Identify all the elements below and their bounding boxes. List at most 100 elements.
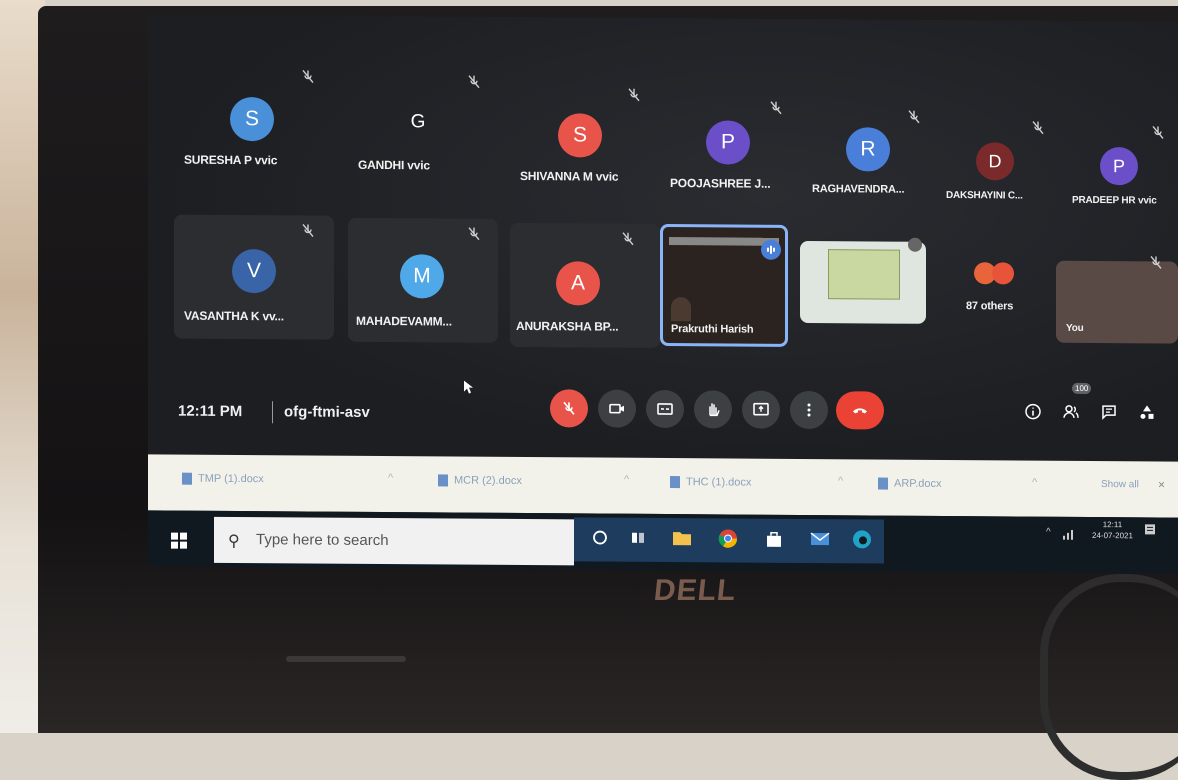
- chevron-up-icon[interactable]: ^: [838, 475, 843, 487]
- tile-status-icon: [908, 237, 922, 252]
- participant-tile[interactable]: D DAKSHAYINI C...: [942, 116, 1062, 217]
- meeting-time: 12:11 PM: [178, 402, 243, 421]
- mail-button[interactable]: [808, 527, 832, 551]
- active-speaker-tile[interactable]: Prakruthi Harish: [660, 223, 788, 347]
- participant-name: You: [1066, 322, 1084, 334]
- laptop-screen: S SURESHA P vvic G GANDHI vvic S SHIVANN…: [148, 14, 1178, 574]
- clock-time: 12:11: [1102, 520, 1123, 530]
- more-vert-icon: [807, 403, 811, 417]
- participant-tile[interactable]: P PRADEEP HR vvic: [1068, 125, 1178, 226]
- download-filename: THC (1).docx: [686, 476, 752, 489]
- mic-off-icon: [563, 401, 575, 415]
- end-call-icon: [853, 408, 867, 414]
- taskbar-clock[interactable]: 12:11 24-07-2021: [1092, 519, 1133, 541]
- avatar: S: [230, 96, 274, 142]
- self-view-tile[interactable]: You: [1056, 255, 1178, 344]
- participant-name: PRADEEP HR vvic: [1072, 194, 1157, 207]
- notification-icon: [1145, 524, 1155, 535]
- present-screen-button[interactable]: [742, 390, 780, 429]
- people-button[interactable]: [1060, 401, 1082, 423]
- close-icon[interactable]: ×: [1158, 477, 1165, 491]
- activities-button[interactable]: [1136, 401, 1158, 423]
- show-all-link[interactable]: Show all: [1101, 479, 1139, 490]
- avatar: P: [1100, 147, 1138, 186]
- participant-tile[interactable]: S SURESHA P vvic: [178, 63, 328, 184]
- chevron-up-icon[interactable]: ^: [1032, 477, 1037, 489]
- captions-button[interactable]: [646, 389, 684, 429]
- avatar: G: [410, 111, 426, 133]
- chevron-up-icon[interactable]: ^: [624, 474, 629, 486]
- download-filename: MCR (2).docx: [454, 474, 522, 488]
- folder-icon: [673, 532, 691, 546]
- search-placeholder: Type here to search: [256, 531, 389, 550]
- participant-tile[interactable]: G GANDHI vvic: [344, 64, 494, 185]
- participant-count-badge: 100: [1072, 382, 1092, 394]
- windows-taskbar: ⚲ Type here to search ^ 12:11 24-07-2021: [148, 510, 1178, 574]
- download-item[interactable]: THC (1).docx: [670, 476, 751, 489]
- chevron-up-icon[interactable]: ^: [388, 472, 393, 484]
- meet-window: S SURESHA P vvic G GANDHI vvic S SHIVANN…: [148, 14, 1178, 462]
- mail-icon: [810, 532, 830, 546]
- download-item[interactable]: MCR (2).docx: [438, 474, 522, 487]
- show-hidden-icons-button[interactable]: ^: [1046, 527, 1051, 538]
- task-view-button[interactable]: [626, 526, 650, 550]
- participant-name: SURESHA P vvic: [184, 152, 278, 168]
- camera-toggle-button[interactable]: [598, 389, 636, 428]
- participant-name: SHIVANNA M vvic: [520, 169, 619, 184]
- chat-button[interactable]: [1098, 401, 1120, 423]
- store-icon: [767, 531, 781, 547]
- mic-off-icon: [302, 69, 314, 84]
- mic-off-icon: [622, 232, 634, 246]
- task-view-icon: [632, 532, 644, 543]
- mic-off-icon: [908, 110, 920, 124]
- cortana-icon: [593, 530, 607, 545]
- chat-icon: [1102, 405, 1116, 420]
- start-button[interactable]: [158, 520, 200, 560]
- raise-hand-button[interactable]: [694, 390, 732, 429]
- participant-tile[interactable]: V VASANTHA K vv...: [174, 214, 334, 340]
- participant-tile[interactable]: S SHIVANNA M vvic: [508, 77, 658, 198]
- activities-icon: [1140, 405, 1154, 419]
- store-button[interactable]: [762, 527, 786, 551]
- end-call-button[interactable]: [836, 391, 884, 430]
- taskbar-search-box[interactable]: ⚲ Type here to search: [214, 516, 574, 566]
- cortana-button[interactable]: [588, 525, 612, 549]
- people-icon: [1063, 405, 1079, 418]
- avatar: V: [232, 248, 276, 294]
- notifications-button[interactable]: [1144, 523, 1156, 537]
- download-item[interactable]: ARP.docx: [878, 477, 942, 491]
- divider: [272, 401, 273, 424]
- dell-logo: DELL: [652, 574, 739, 607]
- participant-name: RAGHAVENDRA...: [812, 183, 905, 196]
- info-icon: [1025, 403, 1041, 420]
- avatar: P: [706, 120, 750, 165]
- word-doc-icon: [182, 472, 192, 485]
- edge-icon: [853, 530, 871, 549]
- participant-tile[interactable]: A ANURAKSHA BP...: [510, 222, 660, 348]
- mic-toggle-button[interactable]: [550, 389, 588, 428]
- download-item[interactable]: TMP (1).docx: [182, 472, 264, 486]
- word-doc-icon: [878, 477, 888, 490]
- file-explorer-button[interactable]: [670, 526, 694, 550]
- meeting-details-button[interactable]: [1022, 401, 1044, 423]
- edge-button[interactable]: [850, 527, 874, 551]
- cable: [1040, 574, 1178, 780]
- others-label: 87 others: [966, 300, 1014, 313]
- mic-off-icon: [468, 75, 480, 89]
- download-filename: TMP (1).docx: [198, 472, 264, 486]
- participant-tile[interactable]: R RAGHAVENDRA...: [808, 103, 938, 214]
- participant-tile[interactable]: M MAHADEVAMM...: [348, 217, 498, 343]
- mic-off-icon: [770, 101, 782, 115]
- windows-icon: [171, 532, 187, 549]
- participant-name: POOJASHREE J...: [670, 176, 771, 191]
- screen-share-tile[interactable]: [800, 237, 926, 324]
- network-icon[interactable]: [1062, 527, 1074, 540]
- chrome-button[interactable]: [716, 526, 740, 550]
- participant-name: MAHADEVAMM...: [356, 313, 452, 329]
- others-tile[interactable]: 87 others: [944, 250, 1054, 341]
- chrome-icon: [718, 529, 738, 548]
- more-options-button[interactable]: [790, 390, 828, 430]
- participant-tile[interactable]: P POOJASHREE J...: [666, 90, 806, 211]
- participant-name: Prakruthi Harish: [671, 323, 754, 336]
- captions-icon: [657, 403, 673, 415]
